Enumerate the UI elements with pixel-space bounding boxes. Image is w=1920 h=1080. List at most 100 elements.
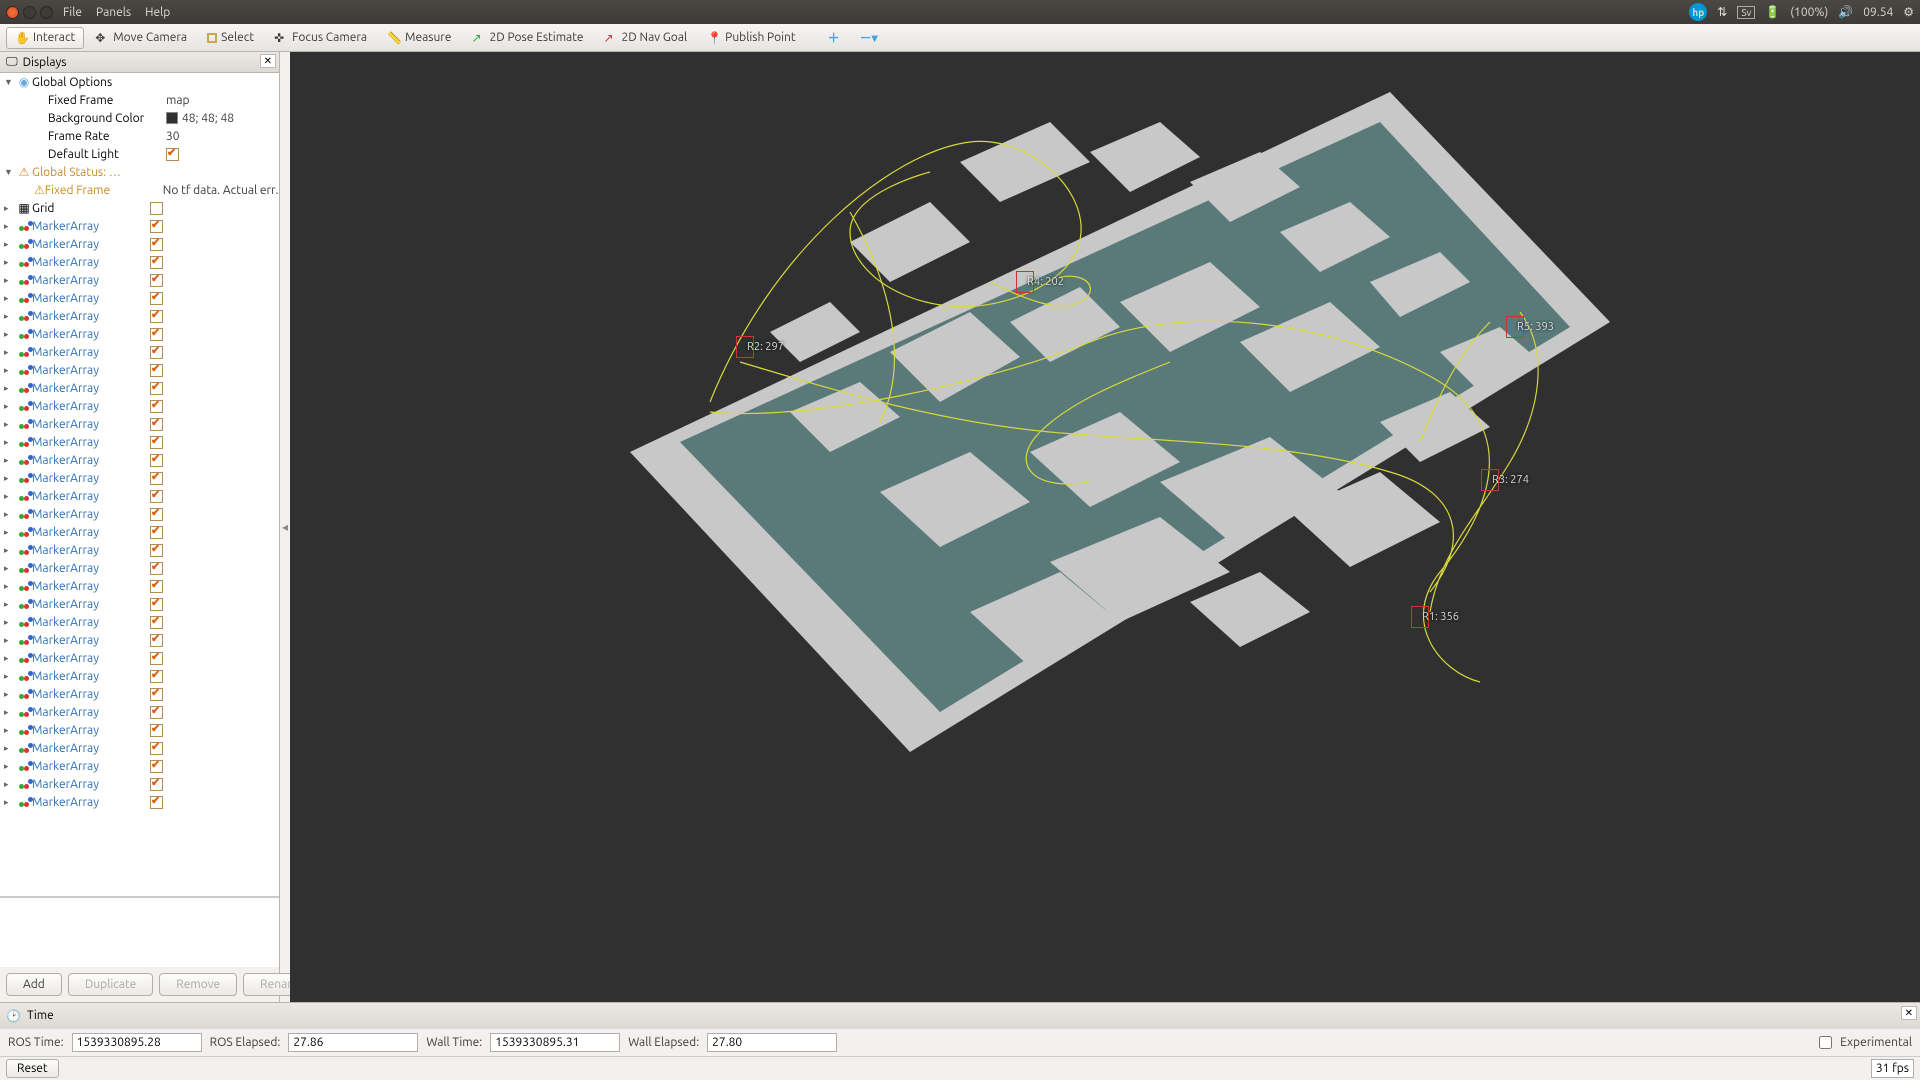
menu-panels[interactable]: Panels: [96, 6, 131, 19]
checkbox-icon[interactable]: [150, 310, 163, 323]
tree-marker-array[interactable]: ▸MarkerArray: [0, 613, 279, 631]
checkbox-icon[interactable]: [150, 670, 163, 683]
checkbox-icon[interactable]: [150, 364, 163, 377]
checkbox-icon[interactable]: [150, 418, 163, 431]
time-panel-close[interactable]: ✕: [1901, 1006, 1917, 1020]
ros-elapsed-field[interactable]: [288, 1033, 418, 1052]
checkbox-icon[interactable]: [150, 634, 163, 647]
tool-remove[interactable]: －▾: [851, 25, 887, 50]
tree-marker-array[interactable]: ▸MarkerArray: [0, 397, 279, 415]
window-max-button[interactable]: [40, 6, 53, 19]
checkbox-icon[interactable]: [150, 382, 163, 395]
tree-grid[interactable]: ▸▦Grid: [0, 199, 279, 217]
checkbox-icon[interactable]: [166, 148, 179, 161]
tree-marker-array[interactable]: ▸MarkerArray: [0, 361, 279, 379]
checkbox-icon[interactable]: [150, 292, 163, 305]
tree-marker-array[interactable]: ▸MarkerArray: [0, 235, 279, 253]
clock[interactable]: 09.54: [1863, 6, 1893, 19]
tree-marker-array[interactable]: ▸MarkerArray: [0, 379, 279, 397]
volume-icon[interactable]: 🔊: [1838, 5, 1853, 19]
time-panel-title[interactable]: 🕑 Time ✕: [0, 1002, 1920, 1028]
tree-marker-array[interactable]: ▸MarkerArray: [0, 685, 279, 703]
display-tree[interactable]: ▼◉Global OptionsFixed FramemapBackground…: [0, 73, 279, 897]
panel-close-button[interactable]: ✕: [260, 54, 276, 68]
tree-frame-rate[interactable]: Frame Rate30: [0, 127, 279, 145]
tree-marker-array[interactable]: ▸MarkerArray: [0, 469, 279, 487]
tree-fixed-frame-status[interactable]: ⚠Fixed FrameNo tf data. Actual err…: [0, 181, 279, 199]
tree-marker-array[interactable]: ▸MarkerArray: [0, 631, 279, 649]
tree-marker-array[interactable]: ▸MarkerArray: [0, 289, 279, 307]
window-close-button[interactable]: [6, 6, 19, 19]
tree-marker-array[interactable]: ▸MarkerArray: [0, 559, 279, 577]
tree-marker-array[interactable]: ▸MarkerArray: [0, 433, 279, 451]
network-icon[interactable]: ⇅: [1717, 5, 1727, 19]
checkbox-icon[interactable]: [150, 472, 163, 485]
tool-move-camera[interactable]: ✥Move Camera: [86, 27, 196, 49]
tree-bg-color[interactable]: Background Color 48; 48; 48: [0, 109, 279, 127]
displays-panel-title[interactable]: 🖵 Displays ✕: [0, 52, 279, 73]
experimental-checkbox[interactable]: [1819, 1036, 1832, 1049]
tree-marker-array[interactable]: ▸MarkerArray: [0, 595, 279, 613]
checkbox-icon[interactable]: [150, 544, 163, 557]
checkbox-icon[interactable]: [150, 274, 163, 287]
tree-fixed-frame[interactable]: Fixed Framemap: [0, 91, 279, 109]
checkbox-icon[interactable]: [150, 616, 163, 629]
checkbox-icon[interactable]: [150, 724, 163, 737]
battery-icon[interactable]: 🔋: [1765, 5, 1780, 19]
tool-select[interactable]: Select: [198, 27, 263, 48]
checkbox-icon[interactable]: [150, 490, 163, 503]
checkbox-icon[interactable]: [150, 238, 163, 251]
checkbox-icon[interactable]: [150, 760, 163, 773]
tree-marker-array[interactable]: ▸MarkerArray: [0, 739, 279, 757]
ros-time-field[interactable]: [72, 1033, 202, 1052]
menu-help[interactable]: Help: [145, 6, 170, 19]
duplicate-button[interactable]: Duplicate: [68, 973, 153, 996]
tool-interact[interactable]: ✋Interact: [6, 27, 84, 49]
wall-time-field[interactable]: [490, 1033, 620, 1052]
checkbox-icon[interactable]: [150, 220, 163, 233]
tree-marker-array[interactable]: ▸MarkerArray: [0, 721, 279, 739]
checkbox-icon[interactable]: [150, 598, 163, 611]
tree-marker-array[interactable]: ▸MarkerArray: [0, 577, 279, 595]
tool-publish-point[interactable]: 📍Publish Point: [698, 27, 804, 49]
tool-2d-pose-estimate[interactable]: ↗2D Pose Estimate: [462, 27, 592, 49]
tree-marker-array[interactable]: ▸MarkerArray: [0, 271, 279, 289]
checkbox-icon[interactable]: [150, 688, 163, 701]
checkbox-icon[interactable]: [150, 706, 163, 719]
tree-marker-array[interactable]: ▸MarkerArray: [0, 343, 279, 361]
tree-marker-array[interactable]: ▸MarkerArray: [0, 793, 279, 811]
checkbox-icon[interactable]: [150, 256, 163, 269]
tree-global-options[interactable]: ▼◉Global Options: [0, 73, 279, 91]
tool-measure[interactable]: 📏Measure: [378, 27, 460, 49]
tree-marker-array[interactable]: ▸MarkerArray: [0, 253, 279, 271]
tool-2d-nav-goal[interactable]: ↗2D Nav Goal: [595, 27, 697, 49]
tree-marker-array[interactable]: ▸MarkerArray: [0, 451, 279, 469]
tree-marker-array[interactable]: ▸MarkerArray: [0, 667, 279, 685]
checkbox-icon[interactable]: [150, 580, 163, 593]
wall-elapsed-field[interactable]: [707, 1033, 837, 1052]
tree-marker-array[interactable]: ▸MarkerArray: [0, 775, 279, 793]
tree-marker-array[interactable]: ▸MarkerArray: [0, 325, 279, 343]
tree-marker-array[interactable]: ▸MarkerArray: [0, 217, 279, 235]
splitter-handle[interactable]: ◂: [280, 52, 290, 1002]
reset-button[interactable]: Reset: [6, 1059, 59, 1078]
checkbox-icon[interactable]: [150, 346, 163, 359]
checkbox-icon[interactable]: [150, 652, 163, 665]
add-button[interactable]: Add: [6, 973, 62, 996]
checkbox-icon[interactable]: [150, 454, 163, 467]
tool-add[interactable]: ＋: [819, 25, 849, 50]
checkbox-icon[interactable]: [150, 526, 163, 539]
tree-default-light[interactable]: Default Light: [0, 145, 279, 163]
tree-marker-array[interactable]: ▸MarkerArray: [0, 757, 279, 775]
checkbox-icon[interactable]: [150, 562, 163, 575]
tree-marker-array[interactable]: ▸MarkerArray: [0, 487, 279, 505]
checkbox-icon[interactable]: [150, 328, 163, 341]
remove-button[interactable]: Remove: [159, 973, 237, 996]
tree-marker-array[interactable]: ▸MarkerArray: [0, 541, 279, 559]
checkbox-icon[interactable]: [150, 202, 163, 215]
keyboard-layout-indicator[interactable]: Sv: [1737, 6, 1755, 19]
tree-marker-array[interactable]: ▸MarkerArray: [0, 415, 279, 433]
tree-marker-array[interactable]: ▸MarkerArray: [0, 703, 279, 721]
tree-marker-array[interactable]: ▸MarkerArray: [0, 505, 279, 523]
window-min-button[interactable]: [23, 6, 36, 19]
